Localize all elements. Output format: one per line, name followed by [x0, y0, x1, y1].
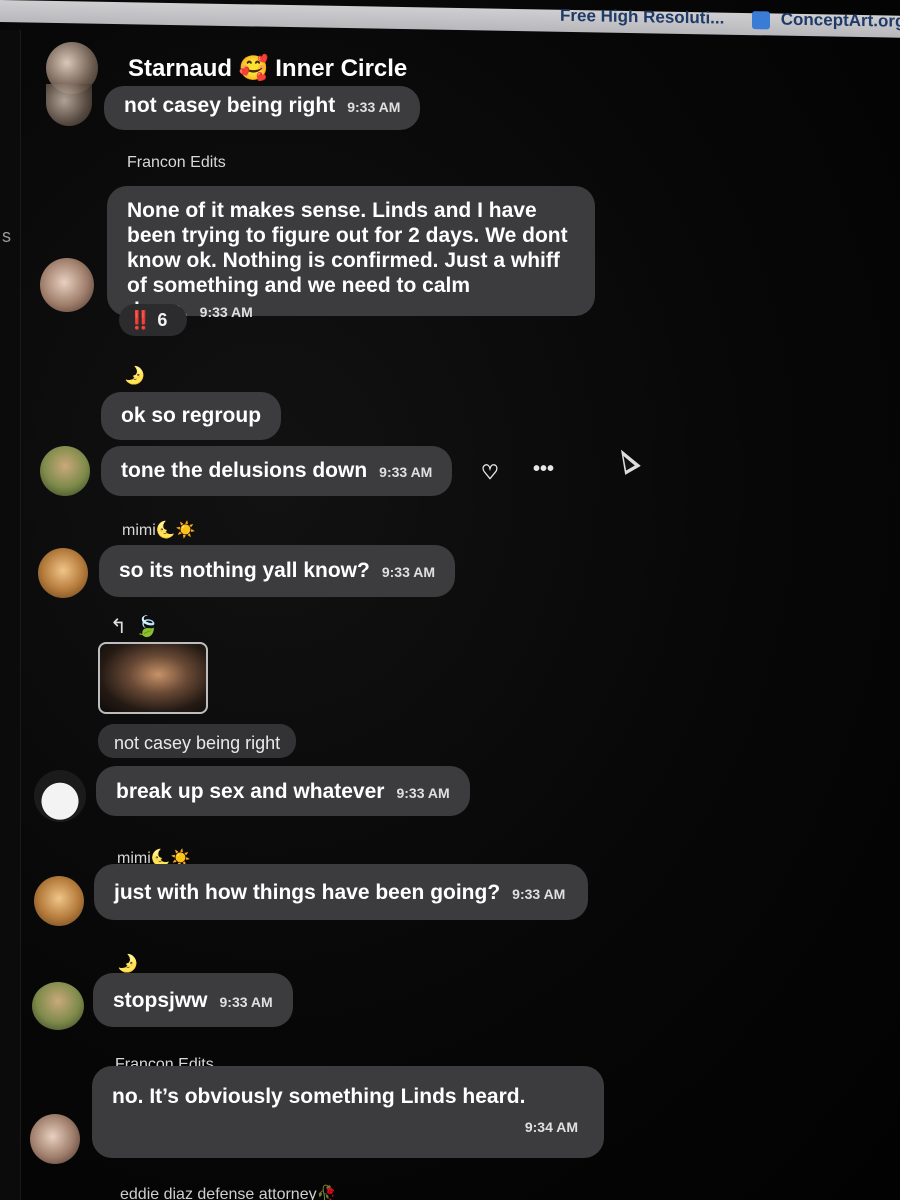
message-time: 9:33 AM — [512, 886, 566, 902]
conceptart-icon — [752, 10, 770, 29]
message-bubble[interactable]: no. It’s obviously something Linds heard… — [92, 1066, 604, 1158]
avatar[interactable] — [34, 770, 86, 822]
more-icon[interactable]: ••• — [533, 458, 554, 481]
sender-name[interactable]: mimi🌜☀️ — [122, 520, 196, 540]
sender-name[interactable]: eddie diaz defense attorney🥀 — [120, 1184, 337, 1200]
message-text: break up sex and whatever — [116, 780, 385, 803]
message-text: tone the delusions down — [121, 459, 368, 482]
chat-screen: Free High Resoluti... ConceptArt.org s S… — [0, 0, 900, 1200]
message-text: so its nothing yall know? — [119, 559, 370, 582]
avatar[interactable] — [40, 446, 90, 496]
message-bubble[interactable]: None of it makes sense. Linds and I have… — [107, 186, 595, 322]
message-time: 9:33 AM — [381, 564, 436, 580]
message-time: 9:33 AM — [396, 785, 450, 801]
chat-title: Starnaud 🥰 Inner Circle — [128, 55, 408, 82]
message-text: not casey being right — [124, 94, 336, 117]
message-time: 9:33 AM — [219, 994, 273, 1010]
double-exclamation-icon: ‼️ — [129, 310, 152, 330]
avatar[interactable] — [32, 982, 84, 1030]
sidebar-edge-letter: s — [2, 226, 11, 246]
message-text: no. It’s obviously something Linds heard… — [112, 1085, 526, 1108]
message-bubble[interactable]: stopsjww 9:33 AM — [93, 973, 293, 1027]
message-time: 9:33 AM — [347, 99, 401, 115]
avatar[interactable] — [34, 876, 84, 926]
quoted-message[interactable]: not casey being right — [98, 724, 297, 758]
moon-icon[interactable]: 🌛 — [124, 366, 145, 386]
avatar[interactable] — [30, 1114, 80, 1164]
message-bubble[interactable]: not casey being right 9:33 AM — [104, 86, 421, 130]
reply-thumbnail[interactable] — [98, 642, 208, 714]
reaction-badge[interactable]: ‼️ 6 — [119, 304, 187, 336]
heart-plus-icon[interactable]: ♡ — [481, 460, 499, 485]
message-time: 9:34 AM — [524, 1119, 578, 1135]
message-bubble[interactable]: break up sex and whatever 9:33 AM — [96, 766, 470, 816]
message-bubble[interactable]: tone the delusions down 9:33 AM — [101, 446, 453, 496]
avatar[interactable] — [40, 258, 94, 312]
reply-indicator[interactable]: ↰ 🍃 — [110, 614, 160, 639]
bookmarks-bar: Free High Resoluti... ConceptArt.org — [0, 0, 900, 38]
message-text: stopsjww — [113, 989, 208, 1012]
moon-icon[interactable]: 🌛 — [117, 954, 138, 974]
message-time: 9:33 AM — [199, 304, 253, 320]
avatar[interactable] — [46, 84, 92, 126]
sender-name[interactable]: Francon Edits — [127, 154, 226, 172]
leaf-icon: 🍃 — [134, 616, 160, 638]
message-time: 9:33 AM — [379, 464, 433, 480]
bookmark-free-high-res[interactable]: Free High Resoluti... — [560, 6, 724, 29]
message-bubble[interactable]: just with how things have been going? 9:3… — [94, 864, 588, 920]
message-text: just with how things have been going? — [114, 881, 501, 904]
message-text: None of it makes sense. Linds and I have… — [127, 199, 568, 322]
message-text: ok so regroup — [121, 404, 262, 427]
reply-arrow-icon: ↰ — [110, 616, 127, 638]
message-bubble[interactable]: ok so regroup — [101, 392, 282, 440]
quoted-text: not casey being right — [114, 733, 281, 753]
sidebar-edge: s — [0, 30, 21, 1200]
avatar[interactable] — [38, 548, 88, 598]
message-bubble[interactable]: so its nothing yall know? 9:33 AM — [99, 545, 456, 597]
reaction-count: 6 — [157, 310, 168, 330]
bookmark-conceptart[interactable]: ConceptArt.org — [752, 9, 900, 32]
